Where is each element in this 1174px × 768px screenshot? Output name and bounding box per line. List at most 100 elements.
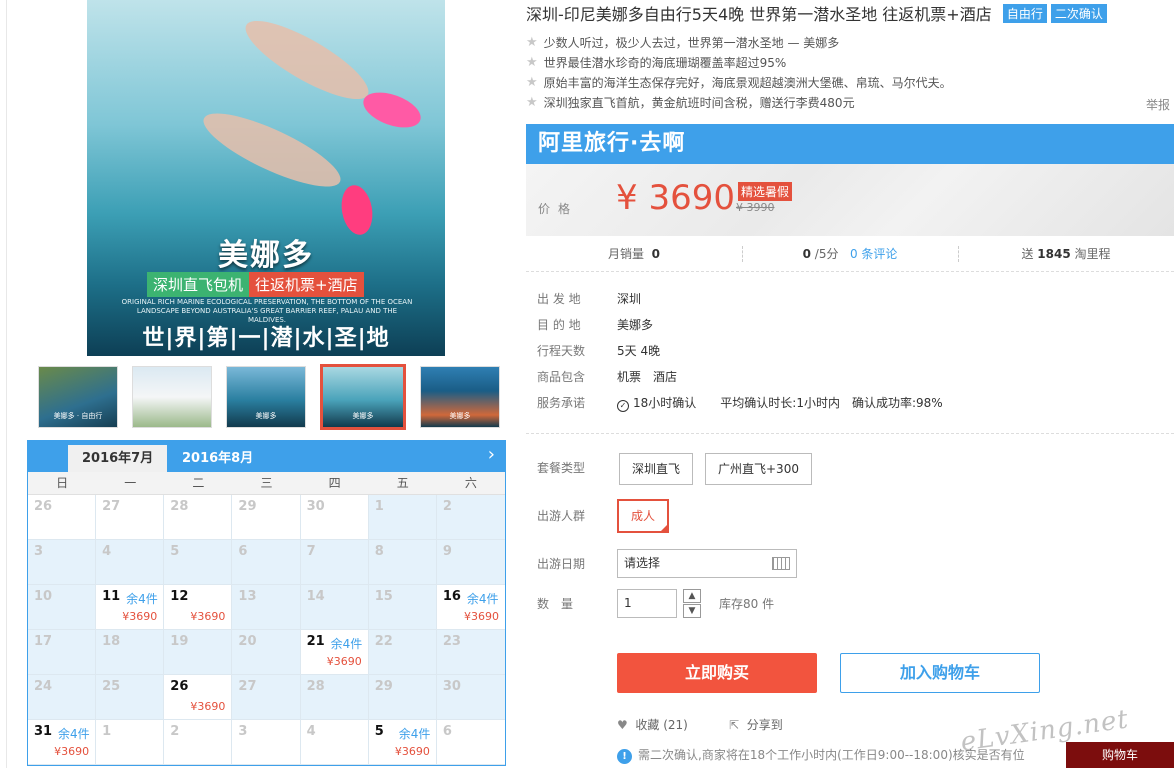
calendar-day: 28: [300, 675, 369, 720]
calendar-day: 14: [300, 585, 369, 630]
detail-value: 5天 4晚: [617, 344, 661, 358]
share-link[interactable]: ⇱ 分享到: [729, 716, 783, 733]
detail-key: 出 发 地: [537, 292, 581, 306]
service-text: 平均确认时长:1小时内: [720, 396, 840, 410]
day-number: 16: [442, 589, 461, 604]
buy-now-button[interactable]: 立即购买: [617, 653, 817, 693]
calendar-day[interactable]: 5 余4件 ¥3690: [368, 720, 437, 765]
thumbnail-label: 美娜多: [449, 412, 471, 420]
calendar-day: 24: [28, 675, 97, 720]
thumbnail-5[interactable]: 美娜多: [420, 366, 500, 428]
detail-value: 深圳: [617, 292, 642, 306]
calendar-day: 2: [436, 495, 505, 540]
favorite-text: 收藏 (21): [635, 718, 688, 732]
calendar-day: 30: [436, 675, 505, 720]
sales-value: 0: [651, 247, 660, 261]
calendar-day: 26: [28, 495, 97, 540]
calendar-day: 9: [436, 540, 505, 585]
detail-row-service: 服务承诺 ✓ 18小时确认 平均确认时长:1小时内 确认成功率:98%: [537, 394, 955, 420]
thumbnail-3[interactable]: 美娜多: [226, 366, 306, 428]
calendar-day: 10: [28, 585, 97, 630]
day-number: 4: [306, 724, 316, 739]
day-number: 3: [238, 724, 248, 739]
price-box: 价格 ¥ 3690 精选暑假 ¥ 3990: [526, 164, 1174, 236]
day-price: ¥3690: [190, 700, 226, 713]
calendar-day: 7: [300, 540, 369, 585]
calendar-day[interactable]: 12 ¥3690: [164, 585, 233, 630]
price-label: 价格: [538, 202, 579, 216]
thumbnail-1[interactable]: 美娜多 · 自由行: [38, 366, 118, 428]
thumbnail-label: 美娜多 · 自由行: [53, 412, 103, 420]
score-value: 0: [802, 247, 811, 261]
calendar-day[interactable]: 26 ¥3690: [164, 675, 233, 720]
calendar-day[interactable]: 16 余4件 ¥3690: [436, 585, 505, 630]
package-option-guangzhou[interactable]: 广州直飞+300: [705, 453, 812, 485]
weekday-label: 三: [260, 476, 273, 490]
calendar-day[interactable]: 11 余4件 ¥3690: [96, 585, 165, 630]
day-number: 7: [306, 544, 316, 559]
day-number: 1: [102, 724, 112, 739]
day-number: 24: [34, 679, 53, 694]
report-link[interactable]: 举报: [1146, 96, 1170, 113]
promo-tag: 精选暑假: [738, 182, 793, 201]
chevron-right-icon[interactable]: ›: [488, 444, 495, 465]
day-number: 30: [306, 499, 325, 514]
calendar-day[interactable]: 31 余4件 ¥3690: [28, 720, 97, 765]
score-suffix: /5分: [814, 247, 839, 261]
calendar-icon[interactable]: [772, 557, 790, 570]
add-to-cart-button[interactable]: 加入购物车: [840, 653, 1040, 693]
fin-shape: [358, 85, 426, 135]
day-number: 31: [34, 724, 53, 739]
calendar-header: 2016年7月 2016年8月 ›: [28, 441, 505, 472]
calendar-day[interactable]: 21 余4件 ¥3690: [300, 630, 369, 675]
thumbnail-label: 美娜多: [255, 412, 277, 420]
thumbnail-strip: 美娜多 · 自由行 美娜多 美娜多 美娜多: [38, 364, 514, 430]
day-number: 1: [374, 499, 384, 514]
day-number: 19: [170, 634, 189, 649]
star-icon: ★: [526, 35, 538, 50]
detail-row: 出 发 地 深圳: [537, 290, 955, 316]
crowd-label: 出游人群: [537, 509, 586, 523]
left-divider: [6, 0, 7, 768]
day-price: ¥3690: [122, 610, 158, 623]
day-number: 6: [238, 544, 248, 559]
main-product-image[interactable]: 美娜多 深圳直飞包机 往返机票+酒店 ORIGINAL RICH MARINE …: [87, 0, 445, 356]
calendar-day: 27: [96, 495, 165, 540]
favorite-link[interactable]: ♥ 收藏 (21): [617, 716, 688, 733]
calendar-day: 6: [232, 540, 301, 585]
stats-bar: 月销量 0 0 /5分 0 条评论 送 1845 淘里程: [526, 236, 1174, 272]
day-number: 18: [102, 634, 121, 649]
service-text: 确认成功率:98%: [851, 396, 943, 410]
share-text: 分享到: [746, 718, 783, 732]
package-option-shenzhen[interactable]: 深圳直飞: [619, 453, 694, 485]
monthly-sales: 月销量 0: [526, 236, 742, 271]
day-number: 20: [238, 634, 257, 649]
original-price: ¥ 3990: [736, 201, 775, 214]
detail-key: 行程天数: [537, 344, 586, 358]
day-number: 28: [306, 679, 325, 694]
tab-next-month[interactable]: 2016年8月: [168, 445, 267, 472]
selling-point-text: 少数人听过，极少人去过，世界第一潜水圣地 — 美娜多: [543, 36, 840, 50]
quantity-increment-icon[interactable]: ▲: [683, 589, 701, 603]
date-label: 出游日期: [537, 557, 586, 571]
reviews-link[interactable]: 0 条评论: [850, 247, 897, 261]
floating-cart-button[interactable]: 购物车: [1066, 742, 1174, 768]
quantity-input[interactable]: 1: [617, 589, 677, 618]
product-title-row: 深圳-印尼美娜多自由行5天4晚 世界第一潜水圣地 往返机票+酒店 自由行 二次确认: [526, 1, 1107, 25]
thumbnail-2[interactable]: [132, 366, 212, 428]
day-number: 23: [442, 634, 461, 649]
day-remaining: 余4件: [330, 637, 363, 651]
day-number: 22: [374, 634, 393, 649]
day-number: 8: [374, 544, 384, 559]
date-picker-input[interactable]: 请选择: [617, 549, 797, 578]
quantity-label: 数 量: [537, 597, 574, 611]
tab-current-month[interactable]: 2016年7月: [68, 445, 168, 472]
selling-point: ★ 深圳独家直飞首航，黄金航班时间含税，赠送行李费480元: [526, 93, 1174, 113]
miles-suffix: 淘里程: [1074, 247, 1111, 261]
weekday-label: 日: [56, 476, 69, 490]
detail-key: 商品包含: [537, 370, 586, 384]
thumbnail-4-selected[interactable]: 美娜多: [320, 364, 406, 430]
quantity-decrement-icon[interactable]: ▼: [683, 604, 701, 618]
product-title: 深圳-印尼美娜多自由行5天4晚 世界第一潜水圣地 往返机票+酒店: [526, 5, 992, 24]
crowd-option-adult[interactable]: 成人: [617, 499, 670, 533]
